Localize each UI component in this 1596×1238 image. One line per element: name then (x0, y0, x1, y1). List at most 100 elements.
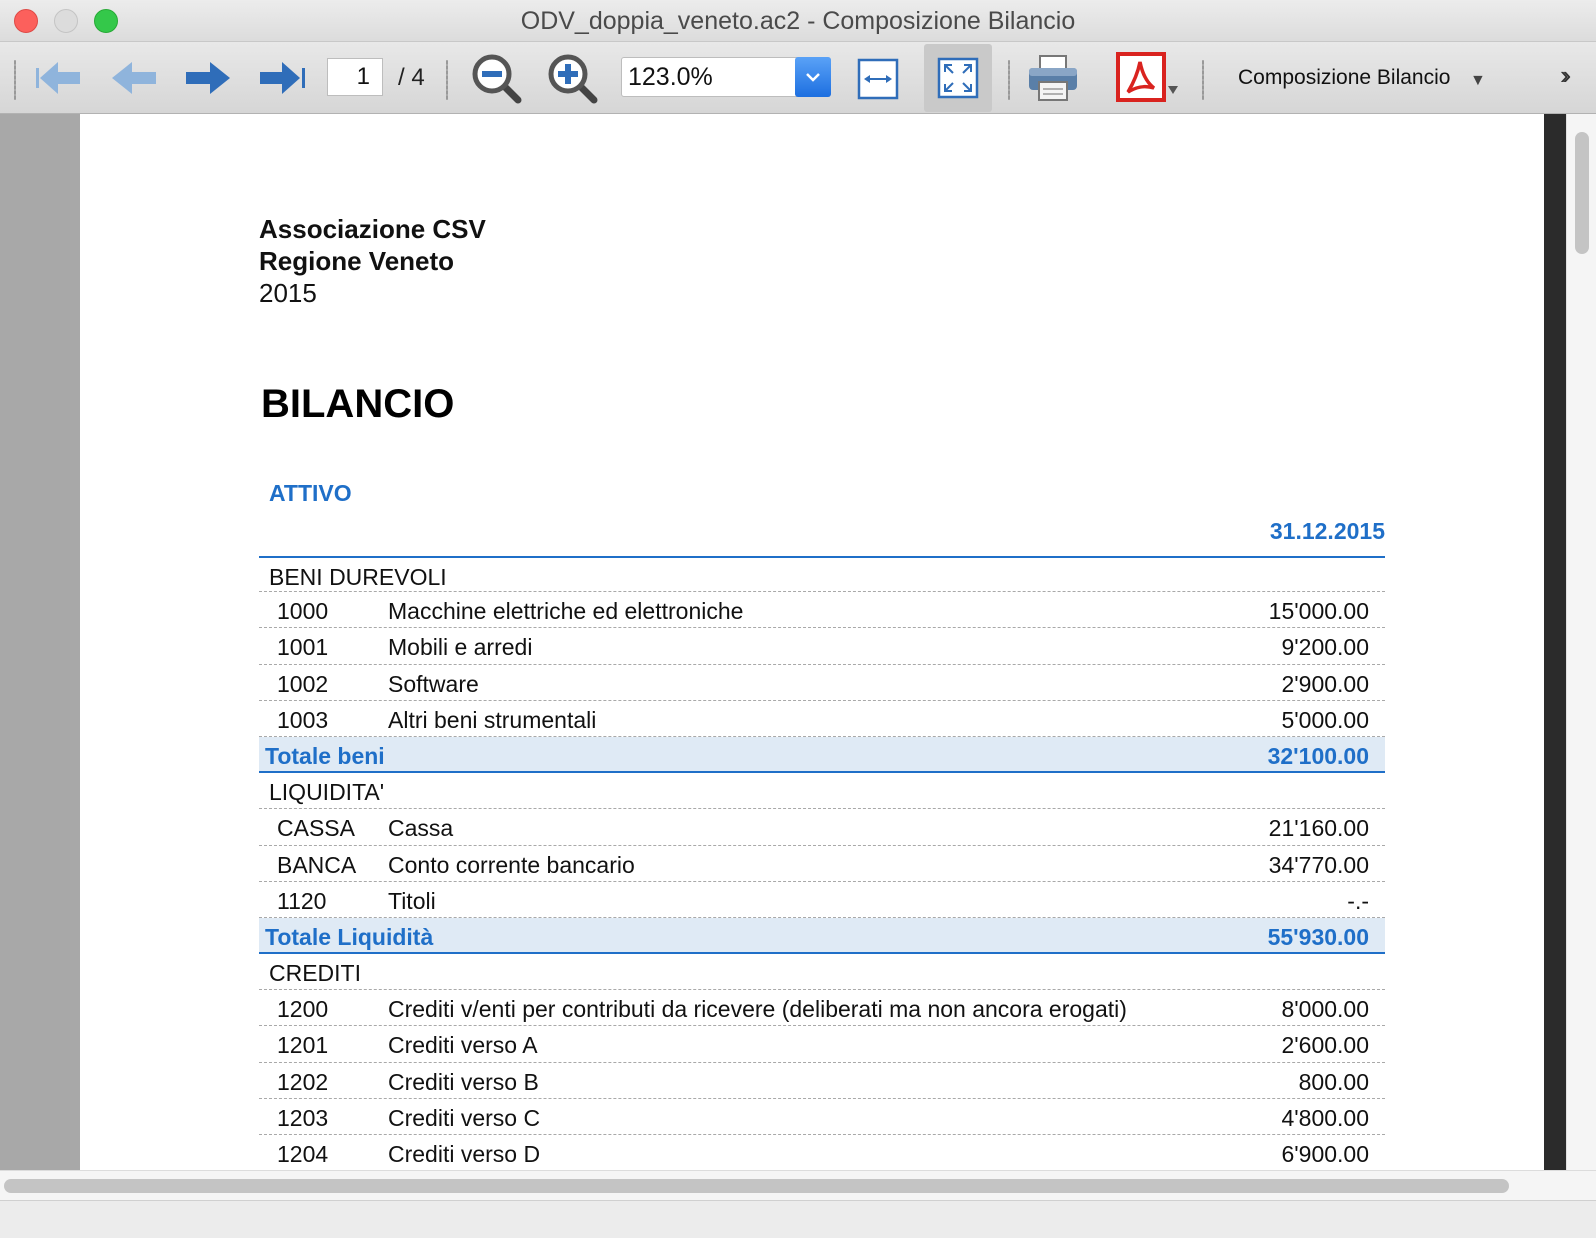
account-code: 1203 (277, 1104, 329, 1131)
org-name: Associazione CSV (259, 214, 486, 244)
account-code: 1204 (277, 1141, 329, 1167)
account-description: Crediti v/enti per contributi da ricever… (388, 996, 1127, 1023)
account-code: BANCA (277, 851, 357, 878)
group-title: LIQUIDITA' (269, 779, 385, 806)
table-row: 1001 Mobili e arredi 9'200.00 (259, 628, 1385, 665)
zoom-dropdown-button[interactable] (795, 57, 831, 97)
zoom-in-icon (548, 54, 598, 104)
account-amount: 8'000.00 (1281, 996, 1369, 1023)
document-title: BILANCIO (261, 382, 455, 426)
group-header: LIQUIDITA' (259, 773, 1385, 810)
account-code: 1202 (277, 1068, 329, 1095)
group-header: BENI DUREVOLI (259, 556, 1385, 593)
group-header: CREDITI (259, 954, 1385, 991)
column-date-header: 31.12.2015 (1269, 518, 1385, 544)
account-amount: 2'600.00 (1281, 1032, 1369, 1059)
balance-table: BENI DUREVOLI 1000 Macchine elettriche ed… (259, 556, 1385, 1170)
account-description: Titoli (388, 887, 436, 914)
group-total-row: Totale Liquidità 55'930.00 (259, 917, 1385, 955)
printer-icon (1029, 55, 1077, 101)
zoom-out-icon (472, 54, 522, 104)
table-row: 1201 Crediti verso A 2'600.00 (259, 1026, 1385, 1063)
zoom-in-button[interactable] (544, 52, 602, 104)
org-region: Regione Veneto (259, 246, 455, 276)
account-amount: 21'160.00 (1268, 815, 1369, 842)
table-row: 1200 Crediti v/enti per contributi da ric… (259, 990, 1385, 1027)
arrow-right-icon (186, 62, 230, 94)
account-description: Crediti verso B (388, 1068, 539, 1095)
total-amount: 55'930.00 (1267, 923, 1369, 950)
account-description: Software (388, 670, 479, 697)
account-amount: 15'000.00 (1268, 598, 1369, 625)
vertical-scrollbar[interactable] (1566, 114, 1596, 1170)
toolbar-grip (446, 60, 448, 100)
table-row: 1003 Altri beni strumentali 5'000.00 (259, 701, 1385, 737)
document-page: Associazione CSV Regione Veneto 2015 BIL… (80, 114, 1544, 1170)
arrow-left-icon (112, 62, 156, 94)
total-amount: 32'100.00 (1267, 742, 1369, 769)
account-amount: 34'770.00 (1268, 851, 1369, 878)
title-bar: ODV_doppia_veneto.ac2 - Composizione Bil… (0, 0, 1596, 42)
account-amount: -.- (1347, 887, 1369, 914)
first-page-button[interactable] (32, 56, 88, 100)
total-label: Totale beni (265, 742, 385, 769)
account-code: 1201 (277, 1032, 329, 1059)
fit-page-icon (937, 57, 979, 99)
account-amount: 4'800.00 (1281, 1104, 1369, 1131)
toolbar: 1 / 4 123.0% Composizione Bilancio ▼ ›› (0, 42, 1596, 114)
account-amount: 9'200.00 (1281, 634, 1369, 661)
view-selector-caret-icon[interactable]: ▼ (1470, 72, 1486, 90)
account-description: Macchine elettriche ed elettroniche (388, 598, 744, 625)
vertical-scroll-thumb[interactable] (1575, 132, 1589, 254)
pdf-icon (1116, 52, 1178, 102)
table-row: 1203 Crediti verso C 4'800.00 (259, 1099, 1385, 1135)
account-code: 1200 (277, 996, 329, 1023)
document-viewport: Associazione CSV Regione Veneto 2015 BIL… (0, 114, 1596, 1170)
zoom-select[interactable]: 123.0% (621, 57, 831, 97)
account-amount: 6'900.00 (1281, 1141, 1369, 1167)
table-row: 1204 Crediti verso D 6'900.00 (259, 1135, 1385, 1170)
total-pages-label: / 4 (398, 64, 425, 91)
previous-page-button[interactable] (106, 56, 162, 100)
last-page-button[interactable] (254, 56, 310, 100)
account-description: Crediti verso C (388, 1104, 541, 1131)
group-total-row: Totale beni 32'100.00 (259, 736, 1385, 774)
group-title: BENI DUREVOLI (269, 564, 447, 590)
toolbar-grip (1202, 60, 1204, 100)
account-code: CASSA (277, 815, 355, 842)
horizontal-scroll-thumb[interactable] (4, 1179, 1509, 1193)
group-title: CREDITI (269, 960, 361, 987)
current-page-input[interactable]: 1 (327, 58, 383, 96)
arrow-last-icon (260, 62, 305, 94)
fit-width-button[interactable] (854, 56, 902, 102)
table-row: 1002 Software 2'900.00 (259, 665, 1385, 701)
account-amount: 2'900.00 (1281, 670, 1369, 697)
table-row: CASSA Cassa 21'160.00 (259, 809, 1385, 846)
export-pdf-button[interactable] (1114, 50, 1182, 106)
account-description: Mobili e arredi (388, 634, 533, 661)
account-code: 1000 (277, 598, 329, 625)
horizontal-scrollbar[interactable] (0, 1170, 1596, 1200)
next-page-button[interactable] (180, 56, 236, 100)
account-amount: 5'000.00 (1281, 706, 1369, 733)
table-row: BANCA Conto corrente bancario 34'770.00 (259, 846, 1385, 882)
zoom-out-button[interactable] (468, 52, 526, 104)
section-title: ATTIVO (269, 480, 352, 506)
toolbar-overflow-icon[interactable]: ›› (1560, 60, 1572, 91)
account-code: 1002 (277, 670, 329, 697)
account-description: Cassa (388, 815, 454, 842)
account-description: Altri beni strumentali (388, 706, 597, 733)
account-code: 1120 (277, 887, 327, 914)
view-selector[interactable]: Composizione Bilancio (1238, 66, 1450, 90)
print-button[interactable] (1024, 50, 1082, 106)
chevron-down-icon (806, 73, 820, 82)
table-row: 1000 Macchine elettriche ed elettroniche 1… (259, 592, 1385, 629)
table-row: 1120 Titoli -.- (259, 882, 1385, 918)
account-description: Crediti verso A (388, 1032, 538, 1059)
status-bar (0, 1200, 1596, 1238)
zoom-value: 123.0% (628, 63, 713, 91)
fit-page-button[interactable] (924, 44, 992, 112)
toolbar-grip (1008, 60, 1010, 100)
page-edge-shadow (1544, 114, 1566, 1170)
total-label: Totale Liquidità (265, 923, 434, 950)
